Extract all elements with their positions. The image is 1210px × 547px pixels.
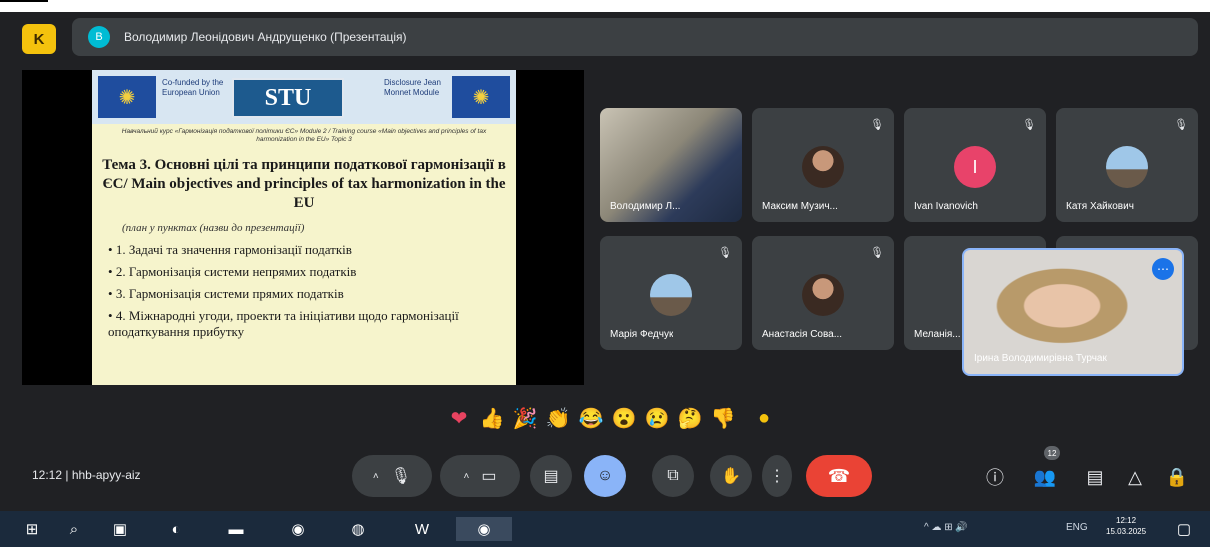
word-icon[interactable]: W bbox=[410, 517, 434, 541]
meeting-time: 12:12 bbox=[32, 468, 63, 482]
thumbs-down-reaction[interactable]: 👎 bbox=[710, 406, 736, 431]
task-view-icon[interactable]: ▣ bbox=[108, 517, 132, 541]
top-border bbox=[0, 0, 1210, 12]
more-reactions-icon[interactable]: ● bbox=[751, 407, 777, 430]
raise-hand-button[interactable]: ✋ bbox=[710, 455, 752, 497]
chat-icon[interactable]: ▤ bbox=[1084, 466, 1106, 488]
participant-tile[interactable]: 🎙 Анастасія Сова... bbox=[752, 236, 894, 350]
meeting-code: hhb-apyy-aiz bbox=[71, 468, 141, 482]
participant-avatar bbox=[650, 274, 692, 316]
taskbar-time: 12:12 bbox=[1116, 516, 1137, 525]
slide-bullet: 3. Гармонізація системи прямих податків bbox=[108, 286, 508, 302]
end-call-button[interactable]: ☎ bbox=[806, 455, 872, 497]
slide-course-info: Навчальний курс «Гармонізація податкової… bbox=[121, 128, 487, 143]
present-icon: ⧉ bbox=[667, 467, 679, 484]
end-call-icon: ☎ bbox=[827, 465, 851, 486]
participant-name: Меланія... bbox=[914, 329, 961, 340]
participant-name: Анастасія Сова... bbox=[762, 329, 843, 340]
heart-reaction[interactable]: ❤ bbox=[446, 406, 472, 431]
present-button[interactable]: ⧉ bbox=[652, 455, 694, 497]
meet-logo: K bbox=[22, 24, 56, 54]
slide-bullet: 2. Гармонізація системи непрямих податкі… bbox=[108, 264, 508, 280]
emoji-button[interactable]: ☺ bbox=[584, 455, 626, 497]
party-reaction[interactable]: 🎉 bbox=[512, 406, 538, 431]
participant-name: Володимир Л... bbox=[610, 201, 681, 212]
chrome-icon[interactable]: ◉ bbox=[286, 517, 310, 541]
edge-icon[interactable]: ◐ bbox=[164, 517, 188, 541]
captions-button[interactable]: ▤ bbox=[530, 455, 572, 497]
mic-off-icon: 🎙 bbox=[1022, 119, 1036, 131]
chevron-up-icon[interactable]: ˄ bbox=[373, 471, 379, 482]
slide-bullets: 1. Задачі та значення гармонізації подат… bbox=[108, 242, 508, 346]
hand-icon: ✋ bbox=[721, 468, 741, 485]
taskbar-clock[interactable]: 12:12 15.03.2025 bbox=[1106, 515, 1146, 537]
stu-logo: STU bbox=[232, 78, 344, 118]
slide-header-right: Disclosure Jean Monnet Module bbox=[384, 78, 441, 97]
mic-off-icon: 🎙 bbox=[870, 247, 884, 259]
slide-header-left: Co-funded by the European Union bbox=[162, 78, 224, 97]
eu-flag-icon: ✺ bbox=[98, 76, 156, 118]
participant-name: Ірина Володимирівна Турчак bbox=[974, 353, 1107, 364]
presenter-label: Володимир Леонідович Андрущенко (Презент… bbox=[124, 30, 407, 44]
lock-icon[interactable]: 🔒 bbox=[1166, 466, 1188, 488]
more-icon: ⋮ bbox=[769, 468, 785, 485]
notification-icon[interactable]: ▢ bbox=[1172, 517, 1196, 541]
taskbar-date: 15.03.2025 bbox=[1106, 527, 1147, 536]
participant-name: Максим Музич... bbox=[762, 201, 838, 212]
mic-off-icon: 🎙 bbox=[718, 247, 732, 259]
search-icon[interactable]: ⌕ bbox=[62, 517, 86, 541]
reactions-bar: ❤ 👍 🎉 👏 😂 😮 😢 🤔 👎 ● bbox=[446, 402, 777, 434]
mic-off-icon: 🎙 bbox=[870, 119, 884, 131]
system-tray[interactable]: ^ ☁ ⊞ 🔊 bbox=[924, 522, 968, 533]
slide-bullet: 1. Задачі та значення гармонізації подат… bbox=[108, 242, 508, 258]
participant-tile[interactable]: 🎙 Катя Хайкович bbox=[1056, 108, 1198, 222]
camera-icon: ▭ bbox=[481, 468, 497, 485]
camera-button[interactable]: ˄ ▭ bbox=[440, 455, 520, 497]
participant-name: Катя Хайкович bbox=[1066, 201, 1134, 212]
participant-tile[interactable]: Володимир Л... bbox=[600, 108, 742, 222]
presenter-avatar: В bbox=[88, 26, 110, 48]
chevron-up-icon[interactable]: ˄ bbox=[464, 471, 470, 482]
participant-avatar bbox=[1106, 146, 1148, 188]
thinking-reaction[interactable]: 🤔 bbox=[677, 406, 703, 431]
more-options-icon[interactable]: ⋯ bbox=[1152, 258, 1174, 280]
activities-icon[interactable]: △ bbox=[1124, 466, 1146, 488]
participant-avatar bbox=[802, 146, 844, 188]
participant-tile[interactable]: 🎙 I Ivan Ivanovich bbox=[904, 108, 1046, 222]
participant-tile[interactable]: 🎙 Марія Федчук bbox=[600, 236, 742, 350]
slide-header: ✺ Co-funded by the European Union STU Di… bbox=[92, 70, 516, 124]
captions-icon: ▤ bbox=[543, 468, 559, 485]
slide-subtitle: (план у пунктах (назви до презентації) bbox=[122, 222, 305, 234]
participant-name: Ivan Ivanovich bbox=[914, 201, 978, 212]
eu-flag-icon: ✺ bbox=[452, 76, 510, 118]
people-icon[interactable]: 👥 bbox=[1034, 466, 1056, 488]
surprised-reaction[interactable]: 😮 bbox=[611, 406, 637, 431]
slide-bullet: 4. Міжнародні угоди, проекти та ініціати… bbox=[108, 308, 508, 340]
thumbs-up-reaction[interactable]: 👍 bbox=[479, 406, 505, 431]
windows-start-icon[interactable]: ⊞ bbox=[20, 517, 44, 541]
meeting-info: 12:12 | hhb-apyy-aiz bbox=[32, 468, 141, 482]
info-icon[interactable]: ⓘ bbox=[984, 466, 1006, 488]
presentation-slide: ✺ Co-funded by the European Union STU Di… bbox=[92, 70, 516, 385]
self-view-tile[interactable]: ⋯ Ірина Володимирівна Турчак bbox=[962, 248, 1184, 376]
people-count-badge: 12 bbox=[1044, 446, 1060, 460]
mic-icon: 🎙 bbox=[390, 468, 412, 485]
participant-tile[interactable]: 🎙 Максим Музич... bbox=[752, 108, 894, 222]
participant-avatar: I bbox=[954, 146, 996, 188]
emoji-icon: ☺ bbox=[596, 467, 614, 484]
chrome-active-icon[interactable]: ◉ bbox=[456, 517, 512, 541]
participant-avatar bbox=[802, 274, 844, 316]
mic-button[interactable]: ˄ 🎙 bbox=[352, 455, 432, 497]
participant-name: Марія Федчук bbox=[610, 329, 674, 340]
mic-off-icon: 🎙 bbox=[1174, 119, 1188, 131]
presenter-bar[interactable]: В Володимир Леонідович Андрущенко (Презе… bbox=[72, 18, 1198, 56]
laugh-reaction[interactable]: 😂 bbox=[578, 406, 604, 431]
file-explorer-icon[interactable]: ▬ bbox=[224, 517, 248, 541]
language-indicator[interactable]: ENG bbox=[1066, 522, 1088, 533]
slide-title: Тема 3. Основні цілі та принципи податко… bbox=[102, 157, 506, 211]
more-button[interactable]: ⋮ bbox=[762, 455, 792, 497]
sad-reaction[interactable]: 😢 bbox=[644, 406, 670, 431]
firefox-icon[interactable]: ◍ bbox=[346, 517, 370, 541]
clap-reaction[interactable]: 👏 bbox=[545, 406, 571, 431]
